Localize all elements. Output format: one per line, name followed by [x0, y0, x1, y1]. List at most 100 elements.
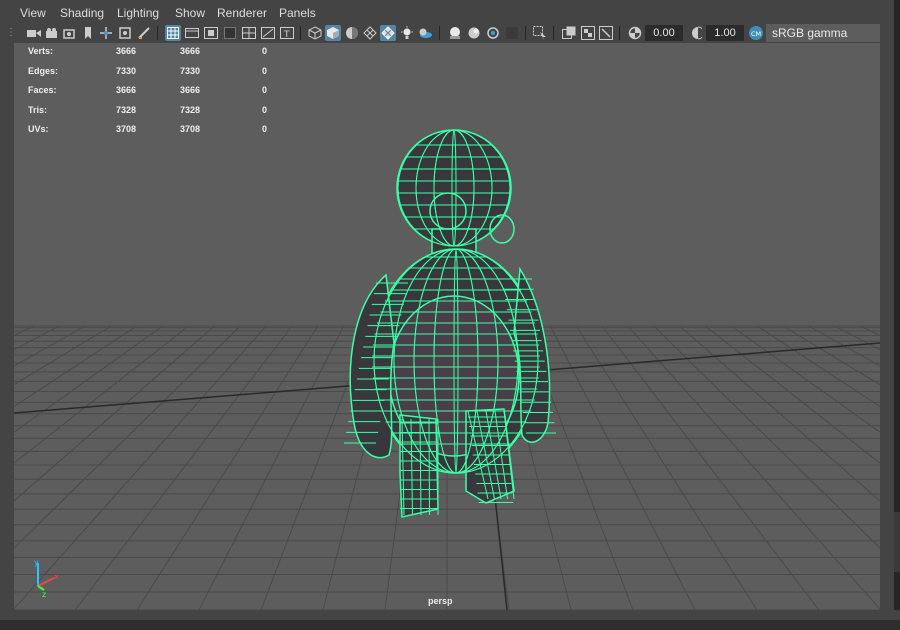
wireframe-icon[interactable] [307, 25, 323, 41]
hud-faces-object: 3666 [115, 85, 136, 95]
anti-aliasing-icon[interactable] [504, 25, 520, 41]
hud-uvs-component: 0 [261, 124, 267, 134]
grid-line [730, 325, 880, 433]
exposure-field[interactable]: 0.00 [645, 25, 683, 41]
axis-y-label: y [34, 558, 39, 567]
left-leg-mesh-line [428, 418, 430, 516]
bookmark-icon[interactable] [80, 25, 96, 41]
hud-uvs-label: UVs: [28, 124, 49, 134]
grid-line [14, 325, 34, 337]
grid-line [834, 325, 880, 351]
shadows-icon[interactable] [417, 25, 433, 41]
viewport-persp[interactable]: y x z Verts: 3666 3666 0 Edges: 7330 733… [14, 43, 880, 610]
grid-line [136, 325, 319, 610]
hud-edges-component: 0 [261, 66, 267, 76]
select-camera-icon[interactable] [26, 25, 42, 41]
left-arm-shape [349, 273, 395, 459]
grid-line [756, 325, 880, 408]
grid-line [14, 325, 86, 367]
menu-show[interactable]: Show [175, 6, 205, 20]
resolution-gate-icon[interactable] [203, 25, 219, 41]
menu-lighting[interactable]: Lighting [117, 6, 159, 20]
image-export-icon[interactable] [598, 25, 614, 41]
left-leg-shape [399, 414, 439, 518]
xray-icon[interactable] [447, 25, 463, 41]
wireframe-character[interactable] [344, 129, 556, 518]
isolate-select-icon[interactable] [532, 25, 548, 41]
grid-line [14, 325, 112, 386]
ambient-occlusion-icon[interactable] [466, 25, 482, 41]
gate-mask-icon[interactable] [222, 25, 238, 41]
menu-shading[interactable]: Shading [60, 6, 104, 20]
field-chart-icon[interactable] [241, 25, 257, 41]
viewport-scene: y x z [14, 129, 880, 610]
grease-pencil-icon[interactable] [136, 25, 152, 41]
grid-line [782, 325, 880, 386]
svg-text:CM: CM [751, 30, 761, 38]
color-management-icon[interactable]: CM [748, 25, 764, 41]
gamma-icon[interactable] [688, 25, 704, 41]
right-scrollbar-thumb[interactable] [894, 512, 900, 572]
motion-blur-icon[interactable] [485, 25, 501, 41]
hud-toggle-icon[interactable] [580, 25, 596, 41]
axis-gizmo: y x z [34, 558, 59, 599]
hud-faces-component: 0 [261, 85, 267, 95]
grid-line [198, 325, 345, 610]
camera-sequencer-icon[interactable] [561, 25, 577, 41]
hud-edges-label: Edges: [28, 66, 59, 76]
toolbar-handle-icon: ⋮ [6, 27, 16, 38]
toolbar-divider [300, 26, 301, 40]
grid-line [575, 325, 758, 610]
svg-text:T: T [283, 30, 290, 39]
panel-toolbar: ⋮ T 0.00 1.00 CM sRGB gamma [0, 24, 880, 42]
grid-line [653, 325, 880, 549]
grid-line [14, 325, 60, 351]
axis-x-label: x [54, 572, 59, 581]
toolbar-divider [157, 26, 158, 40]
safe-action-icon[interactable] [260, 25, 276, 41]
menu-renderer[interactable]: Renderer [217, 6, 267, 20]
hud-edges-selected: 7330 [179, 66, 200, 76]
hud-tris-component: 0 [261, 105, 267, 115]
panel-menubar: View Shading Lighting Show Renderer Pane… [0, 0, 900, 24]
grid-line [14, 325, 215, 502]
hud-tris-object: 7328 [115, 105, 136, 115]
hud-uvs-object: 3708 [115, 124, 136, 134]
grid-line [14, 325, 241, 549]
toolbar-divider [619, 26, 620, 40]
toolbar-divider [525, 26, 526, 40]
camera-attributes-icon[interactable] [44, 25, 60, 41]
film-strip-icon[interactable] [184, 25, 200, 41]
hud-faces-selected: 3666 [179, 85, 200, 95]
image-plane-icon[interactable] [62, 25, 78, 41]
exposure-icon[interactable] [627, 25, 643, 41]
hud-verts-selected: 3666 [179, 46, 200, 56]
grid-line [14, 325, 138, 408]
colorspace-dropdown[interactable]: sRGB gamma [766, 24, 880, 42]
axis-z-label: z [42, 590, 46, 599]
menu-panels[interactable]: Panels [279, 6, 316, 20]
smooth-shade-icon[interactable] [325, 25, 341, 41]
film-gate-icon[interactable] [117, 25, 133, 41]
hud-faces-label: Faces: [28, 85, 57, 95]
textured-icon[interactable] [362, 25, 378, 41]
bottom-border [0, 620, 900, 630]
hud-verts-label: Verts: [28, 46, 54, 56]
toolbar-divider [439, 26, 440, 40]
lights-icon[interactable] [399, 25, 415, 41]
left-panel-strip [0, 43, 14, 610]
grid-line [808, 325, 880, 367]
grid-toggle-icon[interactable] [165, 25, 181, 41]
wireframe-on-shaded-icon[interactable] [380, 25, 396, 41]
menu-view[interactable]: View [20, 6, 46, 20]
grid-line [679, 325, 880, 502]
hud-tris-label: Tris: [28, 105, 48, 115]
move-tool-icon[interactable] [98, 25, 114, 41]
default-material-icon[interactable] [344, 25, 360, 41]
toolbar-divider [553, 26, 554, 40]
safe-title-icon[interactable]: T [279, 25, 295, 41]
grid-line [74, 325, 293, 610]
hud-uvs-selected: 3708 [179, 124, 200, 134]
gamma-field[interactable]: 1.00 [706, 25, 744, 41]
hud-tris-selected: 7328 [179, 105, 200, 115]
